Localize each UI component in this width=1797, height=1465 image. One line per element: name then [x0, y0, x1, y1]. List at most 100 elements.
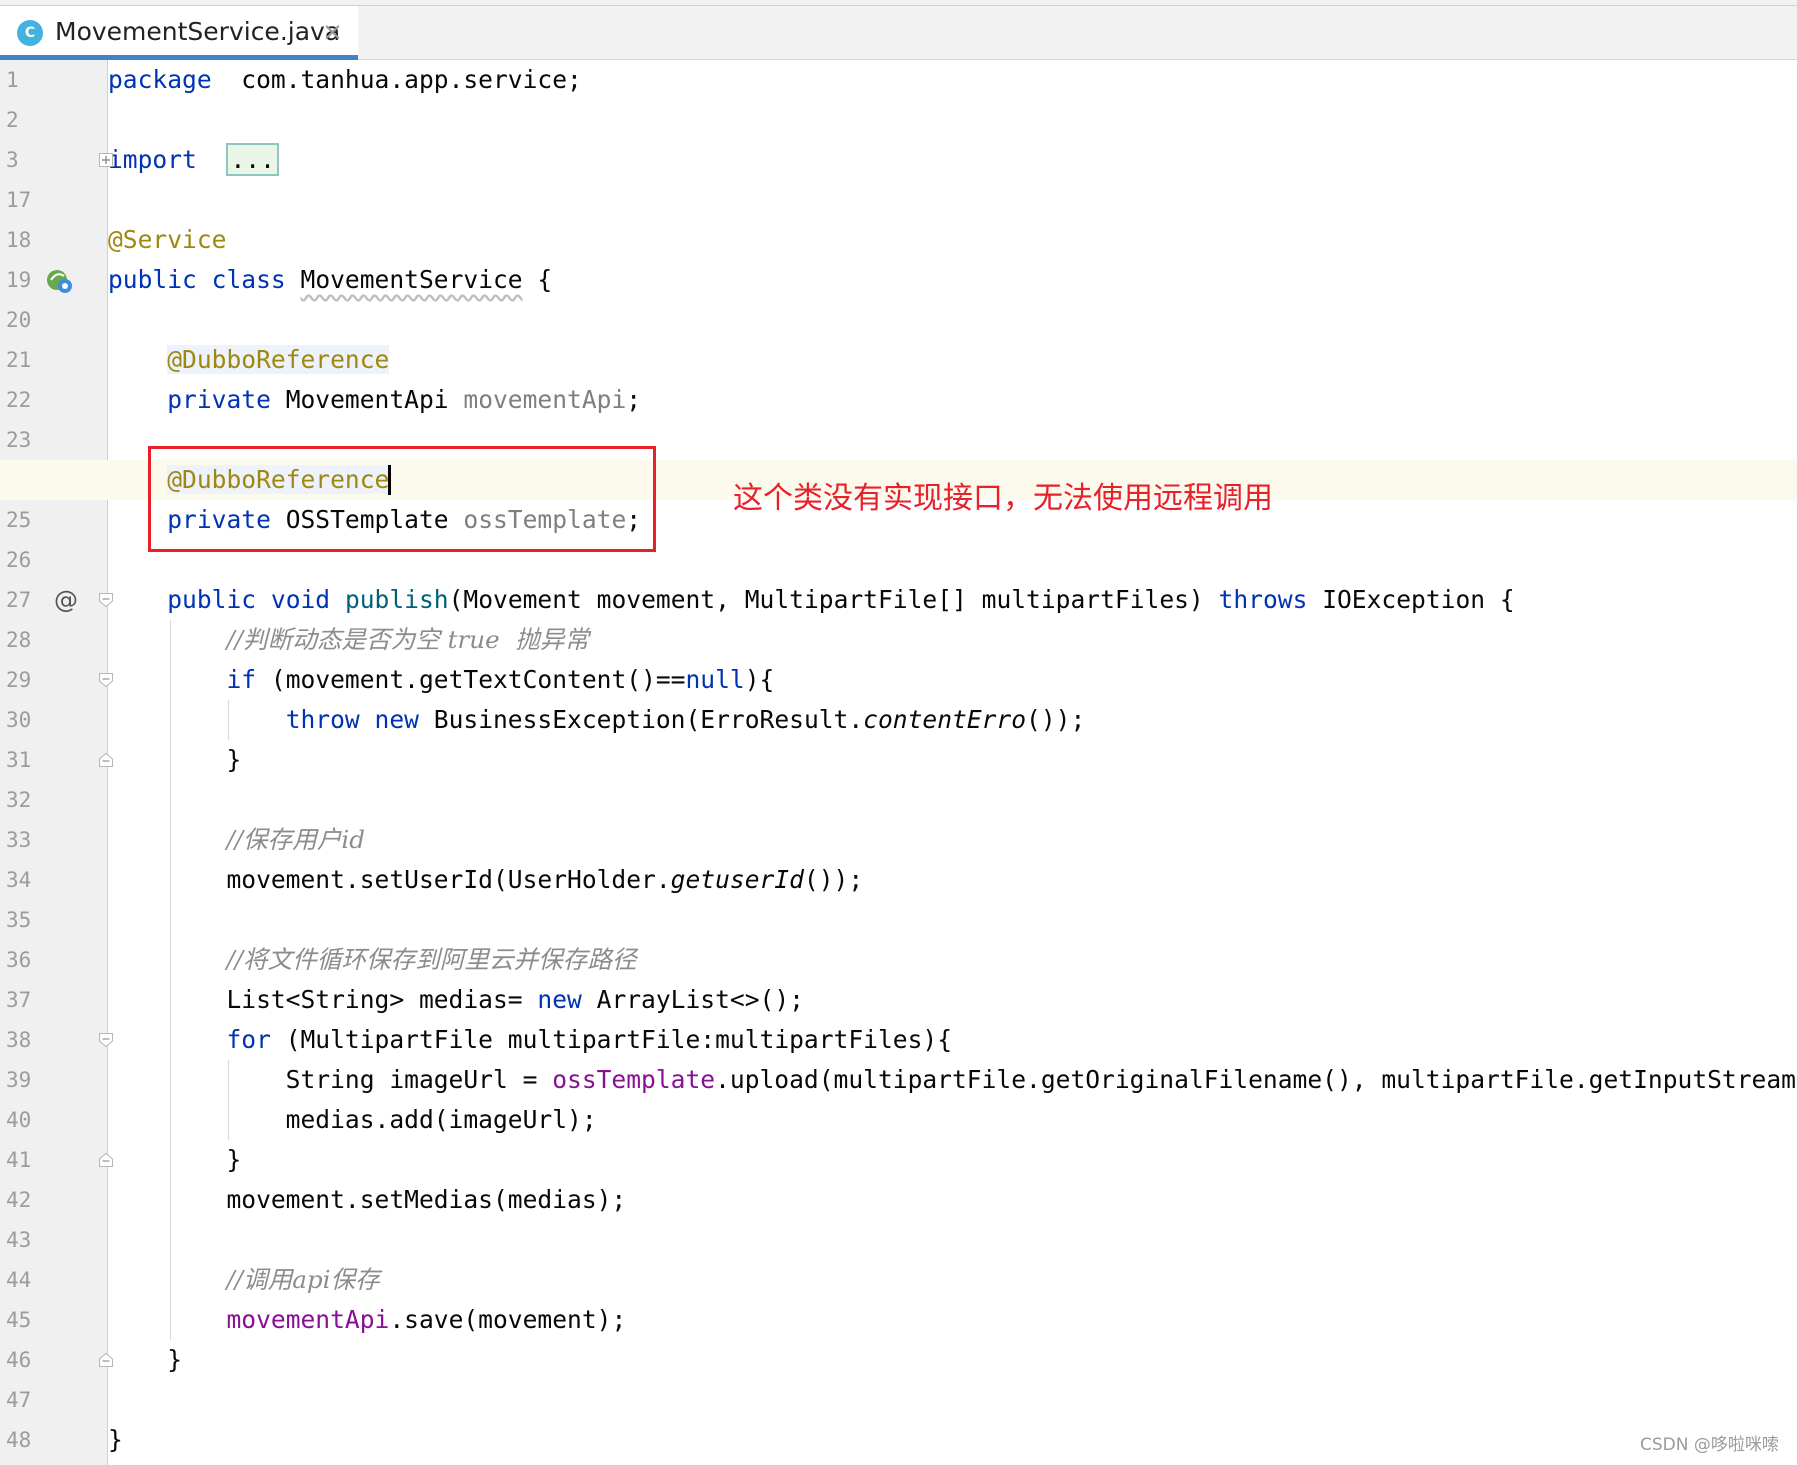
gutter-line[interactable]: 31: [0, 740, 108, 780]
gutter-line[interactable]: 36: [0, 940, 108, 980]
code-line[interactable]: [108, 1380, 1797, 1420]
gutter-line[interactable]: 2: [0, 100, 108, 140]
code-line[interactable]: [108, 100, 1797, 140]
gutter-line[interactable]: 35: [0, 900, 108, 940]
code-line[interactable]: [108, 300, 1797, 340]
code-line[interactable]: if (movement.getTextContent()==null){: [108, 660, 1797, 700]
gutter-line[interactable]: 40: [0, 1100, 108, 1140]
fold-open-icon[interactable]: [99, 673, 113, 687]
code-line[interactable]: package com.tanhua.app.service;: [108, 60, 1797, 100]
at-sign-icon[interactable]: @: [54, 580, 78, 620]
line-number: 21: [6, 348, 32, 372]
code-line[interactable]: }: [108, 1420, 1797, 1460]
code-line[interactable]: [108, 180, 1797, 220]
gutter-line[interactable]: 28: [0, 620, 108, 660]
code-token: ...: [226, 143, 279, 176]
gutter-line[interactable]: 25: [0, 500, 108, 540]
fold-close-icon[interactable]: [99, 1153, 113, 1167]
gutter-line[interactable]: 37: [0, 980, 108, 1020]
java-class-icon: C: [17, 20, 43, 46]
code-line[interactable]: [108, 420, 1797, 460]
code-line[interactable]: public class MovementService {: [108, 260, 1797, 300]
line-number-gutter[interactable]: 1231718192021222324252627@28293031323334…: [0, 60, 108, 1465]
code-line[interactable]: medias.add(imageUrl);: [108, 1100, 1797, 1140]
indent-guide: [170, 620, 171, 1340]
gutter-line[interactable]: 17: [0, 180, 108, 220]
fold-close-icon[interactable]: [99, 1353, 113, 1367]
gutter-line[interactable]: 45: [0, 1300, 108, 1340]
gutter-line[interactable]: 1: [0, 60, 108, 100]
fold-open-icon[interactable]: [99, 593, 113, 607]
code-line[interactable]: //调用api保存: [108, 1260, 1797, 1300]
code-line[interactable]: [108, 780, 1797, 820]
fold-open-icon[interactable]: [99, 1033, 113, 1047]
code-line[interactable]: //将文件循环保存到阿里云并保存路径: [108, 940, 1797, 980]
code-line[interactable]: [108, 900, 1797, 940]
code-line[interactable]: }: [108, 1140, 1797, 1180]
gutter-line[interactable]: 3: [0, 140, 108, 180]
code-line[interactable]: movement.setUserId(UserHolder.getuserId(…: [108, 860, 1797, 900]
code-line[interactable]: [108, 540, 1797, 580]
code-line[interactable]: //保存用户id: [108, 820, 1797, 860]
code-line[interactable]: public void publish(Movement movement, M…: [108, 580, 1797, 620]
gutter-line[interactable]: 47: [0, 1380, 108, 1420]
gutter-line[interactable]: 19: [0, 260, 108, 300]
gutter-line[interactable]: 44: [0, 1260, 108, 1300]
fold-close-icon[interactable]: [99, 753, 113, 767]
gutter-line[interactable]: 42: [0, 1180, 108, 1220]
bean-class-icon[interactable]: [46, 268, 74, 298]
line-number: 46: [6, 1348, 32, 1372]
gutter-line[interactable]: 29: [0, 660, 108, 700]
gutter-line[interactable]: 32: [0, 780, 108, 820]
code-line[interactable]: List<String> medias= new ArrayList<>();: [108, 980, 1797, 1020]
code-line[interactable]: movement.setMedias(medias);: [108, 1180, 1797, 1220]
gutter-line[interactable]: 39: [0, 1060, 108, 1100]
gutter-line[interactable]: 34: [0, 860, 108, 900]
gutter-line[interactable]: 26: [0, 540, 108, 580]
close-tab-icon[interactable]: ×: [322, 16, 343, 48]
code-line[interactable]: }: [108, 1340, 1797, 1380]
code-line[interactable]: throw new BusinessException(ErroResult.c…: [108, 700, 1797, 740]
line-number: 25: [6, 508, 32, 532]
gutter-line[interactable]: 43: [0, 1220, 108, 1260]
code-line[interactable]: //判断动态是否为空 true 抛异常: [108, 620, 1797, 660]
gutter-line[interactable]: 30: [0, 700, 108, 740]
gutter-line[interactable]: 41: [0, 1140, 108, 1180]
code-line[interactable]: @DubboReference: [108, 340, 1797, 380]
code-line[interactable]: String imageUrl = ossTemplate.upload(mul…: [108, 1060, 1797, 1100]
gutter-line[interactable]: 27 @: [0, 580, 108, 620]
code-editor[interactable]: 1231718192021222324252627@28293031323334…: [0, 60, 1797, 1465]
code-line[interactable]: import ...: [108, 140, 1797, 180]
code-token: movement.setUserId(UserHolder.: [108, 865, 671, 894]
gutter-line[interactable]: 46: [0, 1340, 108, 1380]
code-line[interactable]: [108, 1220, 1797, 1260]
code-line[interactable]: }: [108, 740, 1797, 780]
text-caret: [387, 465, 391, 495]
fold-expand-icon[interactable]: [99, 153, 113, 167]
code-area[interactable]: package com.tanhua.app.service; import ..…: [0, 60, 1797, 1465]
gutter-line[interactable]: 20: [0, 300, 108, 340]
code-line[interactable]: for (MultipartFile multipartFile:multipa…: [108, 1020, 1797, 1060]
code-token: for: [226, 1025, 271, 1054]
gutter-line[interactable]: 23: [0, 420, 108, 460]
code-token: @Service: [108, 225, 227, 254]
code-token: (Movement movement, MultipartFile[] mult…: [448, 585, 1219, 614]
code-line[interactable]: private MovementApi movementApi;: [108, 380, 1797, 420]
gutter-line[interactable]: 21: [0, 340, 108, 380]
gutter-line[interactable]: 38: [0, 1020, 108, 1060]
code-token: movementApi: [226, 1305, 390, 1334]
code-token: MovementService: [300, 265, 523, 294]
tab-movement-service[interactable]: C MovementService.java ×: [0, 6, 358, 60]
gutter-line[interactable]: 33: [0, 820, 108, 860]
gutter-line[interactable]: 22: [0, 380, 108, 420]
code-line[interactable]: @Service: [108, 220, 1797, 260]
code-line[interactable]: movementApi.save(movement);: [108, 1300, 1797, 1340]
code-token: ;: [626, 385, 642, 414]
gutter-line[interactable]: 48: [0, 1420, 108, 1460]
gutter-line[interactable]: 18: [0, 220, 108, 260]
